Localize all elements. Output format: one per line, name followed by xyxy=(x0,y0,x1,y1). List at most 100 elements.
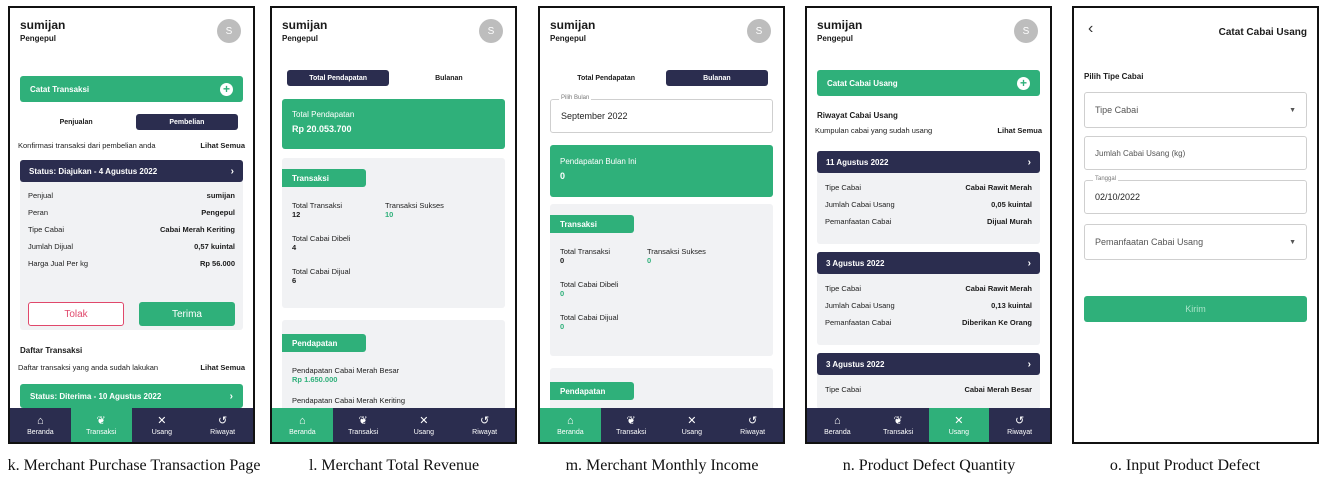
revenue-toggle: Total Pendapatan Bulanan xyxy=(287,70,500,86)
nav-defect[interactable]: ✕ Usang xyxy=(394,408,455,442)
back-arrow-icon[interactable]: ‹ xyxy=(1088,20,1093,38)
detail-label: Tipe Cabai xyxy=(825,284,861,293)
detail-row: Pemanfaatan Cabai Diberikan Ke Orang xyxy=(825,314,1032,331)
detail-label: Peran xyxy=(28,208,49,217)
date-field-label: Tanggal xyxy=(1093,176,1119,182)
user-header: sumijan Pengepul xyxy=(20,18,65,43)
tab-total-revenue[interactable]: Total Pendapatan xyxy=(555,70,657,86)
status-title: Status: Diterima - 10 Agustus 2022 xyxy=(30,391,162,401)
month-income-label: Pendapatan Bulan Ini xyxy=(560,157,637,166)
record-header[interactable]: 3 Agustus 2022 › xyxy=(817,252,1040,274)
total-transaction-value: 12 xyxy=(292,210,301,219)
submit-button[interactable]: Kirim xyxy=(1084,296,1307,322)
defect-quantity-input[interactable]: Jumlah Cabai Usang (kg) xyxy=(1084,136,1307,170)
chili-bought-label: Total Cabai Dibeli xyxy=(560,280,619,289)
sales-purchase-toggle: Penjualan Pembelian xyxy=(25,114,238,130)
nav-transaction[interactable]: ❦ Transaksi xyxy=(70,408,132,442)
avatar[interactable]: S xyxy=(217,19,241,43)
detail-label: Tipe Cabai xyxy=(28,225,64,234)
nav-transaction[interactable]: ❦ Transaksi xyxy=(868,408,929,442)
bottom-nav: ⌂ Beranda ❦ Transaksi ✕ Usang ↺ Riwayat xyxy=(272,408,515,442)
page-title: Catat Cabai Usang xyxy=(1218,27,1307,38)
nav-home[interactable]: ⌂ Beranda xyxy=(540,408,601,442)
tab-purchase[interactable]: Pembelian xyxy=(135,114,238,130)
nav-defect[interactable]: ✕ Usang xyxy=(132,408,193,442)
success-transaction: Transaksi Sukses 10 xyxy=(385,201,444,219)
record-transaction-button[interactable]: Catat Transaksi + xyxy=(20,76,243,102)
nav-home[interactable]: ⌂ Beranda xyxy=(272,408,333,442)
date-field[interactable]: Tanggal 02/10/2022 xyxy=(1084,176,1307,214)
income-value: Rp 1.650.000 xyxy=(292,375,338,384)
chili-bought-value: 4 xyxy=(292,243,297,252)
record-defect-label: Catat Cabai Usang xyxy=(827,78,898,88)
nav-history[interactable]: ↺ Riwayat xyxy=(454,408,515,442)
list-text: Daftar transaksi yang anda sudah lakukan xyxy=(18,363,159,372)
tab-total-revenue[interactable]: Total Pendapatan xyxy=(287,70,390,86)
home-icon: ⌂ xyxy=(37,414,44,427)
chili-icon: ❦ xyxy=(893,414,903,427)
see-all-link[interactable]: Lihat Semua xyxy=(200,141,245,150)
history-icon: ↺ xyxy=(218,414,228,427)
month-picker[interactable]: Pilih Bulan September 2022 xyxy=(550,95,773,133)
accept-button[interactable]: Terima xyxy=(139,302,235,326)
tab-monthly[interactable]: Bulanan xyxy=(665,70,768,86)
record-header[interactable]: 3 Agustus 2022 › xyxy=(817,353,1040,375)
nav-label: Usang xyxy=(948,428,969,436)
avatar[interactable]: S xyxy=(747,19,771,43)
chili-sold: Total Cabai Dijual 6 xyxy=(292,267,350,285)
defect-usage-select[interactable]: Pemanfaatan Cabai Usang ▼ xyxy=(1084,224,1307,260)
nav-label: Beranda xyxy=(824,428,851,436)
chili-bought: Total Cabai Dibeli 0 xyxy=(560,280,618,298)
status-header[interactable]: Status: Diajukan - 4 Agustus 2022 › xyxy=(20,160,243,182)
total-transaction-label: Total Transaksi xyxy=(292,201,343,210)
record-date: 11 Agustus 2022 xyxy=(826,157,889,167)
income-tab-label: Pendapatan xyxy=(282,334,366,352)
avatar[interactable]: S xyxy=(479,19,503,43)
see-all-link[interactable]: Lihat Semua xyxy=(997,126,1042,135)
chili-bought: Total Cabai Dibeli 4 xyxy=(292,234,350,252)
defect-usage-placeholder: Pemanfaatan Cabai Usang xyxy=(1095,237,1204,247)
see-all-link[interactable]: Lihat Semua xyxy=(200,363,245,372)
detail-value: 0,13 kuintal xyxy=(991,301,1032,310)
tab-sales[interactable]: Penjualan xyxy=(25,114,127,130)
detail-value: Pengepul xyxy=(201,208,235,217)
chili-sold-label: Total Cabai Dijual xyxy=(292,267,351,276)
success-transaction-value: 10 xyxy=(385,210,394,219)
nav-home[interactable]: ⌂ Beranda xyxy=(10,408,71,442)
nav-history[interactable]: ↺ Riwayat xyxy=(722,408,783,442)
nav-transaction[interactable]: ❦ Transaksi xyxy=(333,408,394,442)
nav-defect[interactable]: ✕ Usang xyxy=(928,408,990,442)
defect-quantity-placeholder: Jumlah Cabai Usang (kg) xyxy=(1095,148,1186,158)
record-date: 3 Agustus 2022 xyxy=(826,258,885,268)
record-defect-button[interactable]: Catat Cabai Usang + xyxy=(817,70,1040,96)
chili-type-select[interactable]: Tipe Cabai ▼ xyxy=(1084,92,1307,128)
tab-monthly[interactable]: Bulanan xyxy=(398,70,500,86)
nav-transaction[interactable]: ❦ Transaksi xyxy=(601,408,662,442)
detail-value: Diberikan Ke Orang xyxy=(961,318,1032,327)
nav-history[interactable]: ↺ Riwayat xyxy=(989,408,1050,442)
nav-defect[interactable]: ✕ Usang xyxy=(662,408,723,442)
nav-home[interactable]: ⌂ Beranda xyxy=(807,408,868,442)
detail-label: Pemanfaatan Cabai xyxy=(825,217,892,226)
date-field-value: 02/10/2022 xyxy=(1095,192,1141,202)
user-name: sumijan xyxy=(20,18,66,32)
record-header[interactable]: 11 Agustus 2022 › xyxy=(817,151,1040,173)
caption-o: o. Input Product Defect xyxy=(1109,457,1261,474)
detail-value: Cabai Merah Keriting xyxy=(159,225,235,234)
section-title: Pilih Tipe Cabai xyxy=(1084,72,1144,81)
detail-value: sumijan xyxy=(206,191,235,200)
reject-button[interactable]: Tolak xyxy=(28,302,124,326)
nav-label: Beranda xyxy=(557,428,584,436)
history-icon: ↺ xyxy=(1015,414,1025,427)
nav-label: Transaksi xyxy=(616,428,647,436)
home-icon: ⌂ xyxy=(834,414,841,427)
chili-icon: ❦ xyxy=(358,414,368,427)
nav-history[interactable]: ↺ Riwayat xyxy=(192,408,253,442)
avatar[interactable]: S xyxy=(1014,19,1038,43)
phone-screen-input-defect: ‹ Catat Cabai Usang Pilih Tipe Cabai Tip… xyxy=(1072,6,1319,444)
home-icon: ⌂ xyxy=(567,414,574,427)
nav-label: Transaksi xyxy=(348,428,379,436)
defect-history-title: Riwayat Cabai Usang xyxy=(817,111,898,120)
accepted-transaction-card[interactable]: Status: Diterima - 10 Agustus 2022 › xyxy=(20,384,243,408)
nav-label: Usang xyxy=(681,428,702,436)
